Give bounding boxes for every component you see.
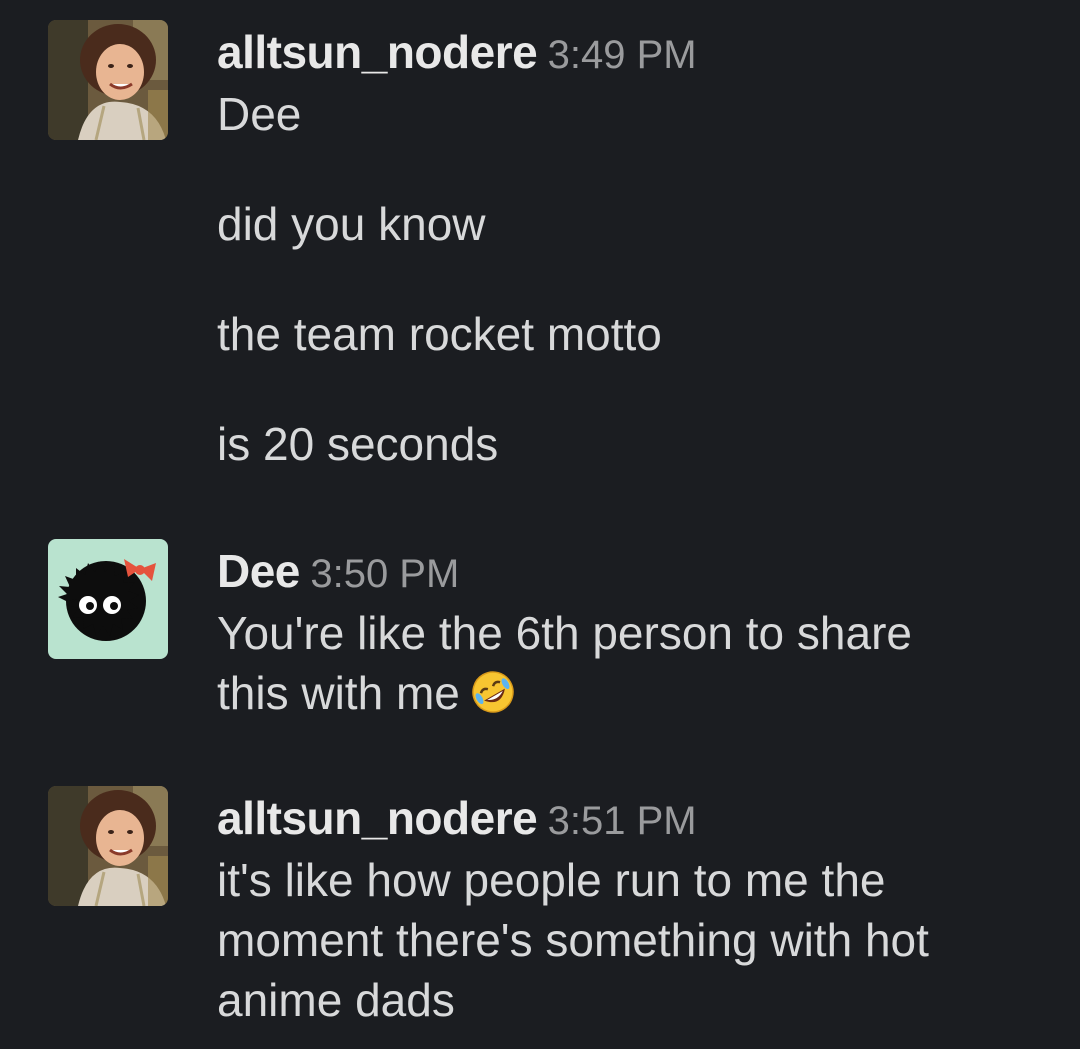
chat-message-list: alltsun_nodere 3:49 PM Dee did you know … [0, 0, 1080, 1049]
user-photo-avatar-icon [48, 20, 168, 140]
user-avatar[interactable] [48, 786, 168, 906]
soot-sprite-avatar-icon [48, 539, 168, 659]
message-text: this with me [217, 663, 1057, 729]
user-photo-avatar-icon [48, 786, 168, 906]
message-text: is 20 seconds [217, 418, 499, 470]
message-body: it's like how people run to me the momen… [217, 850, 1057, 1030]
user-avatar[interactable] [48, 20, 168, 140]
user-avatar[interactable] [48, 539, 168, 659]
message-body: Dee did you know the team rocket motto i… [217, 84, 1057, 474]
message-text: moment there's something with hot [217, 914, 929, 966]
username[interactable]: Dee [217, 545, 300, 597]
message-text-segment: this with me [217, 667, 460, 719]
timestamp[interactable]: 3:50 PM [310, 552, 459, 596]
message-text: anime dads [217, 974, 455, 1026]
timestamp[interactable]: 3:51 PM [548, 799, 697, 843]
username[interactable]: alltsun_nodere [217, 26, 538, 78]
message-body: You're like the 6th person to share this… [217, 603, 1057, 729]
message-text: the team rocket motto [217, 308, 662, 360]
message-text: it's like how people run to me the [217, 854, 886, 906]
rolling-on-floor-laughing-emoji-icon [470, 669, 516, 729]
message-text: You're like the 6th person to share [217, 607, 912, 659]
message-text: Dee [217, 88, 302, 140]
username[interactable]: alltsun_nodere [217, 792, 538, 844]
timestamp[interactable]: 3:49 PM [548, 33, 697, 77]
message-text: did you know [217, 198, 486, 250]
